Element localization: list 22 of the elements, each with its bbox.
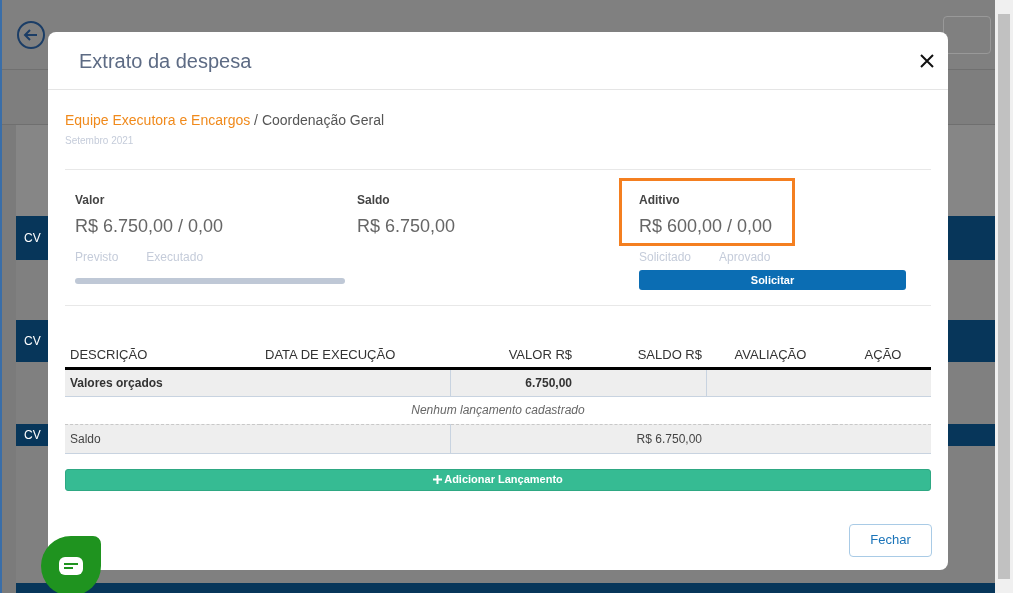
- empty-message: Nenhum lançamento cadastrado: [65, 396, 931, 424]
- table-cell: Saldo: [65, 424, 450, 453]
- summary-label: Saldo: [357, 192, 391, 209]
- summary-value: R$ 6.750,00: [357, 215, 457, 238]
- table-cell: Valores orçados: [65, 368, 450, 396]
- table-cell: 6.750,00: [450, 368, 580, 396]
- summary-label: Valor: [75, 192, 106, 209]
- chat-icon: [59, 557, 83, 575]
- close-icon[interactable]: [920, 53, 934, 68]
- modal-title: Extrato da despesa: [79, 48, 252, 74]
- table-cell: R$ 6.750,00: [450, 424, 706, 453]
- close-button[interactable]: Fechar: [849, 523, 932, 557]
- summary-value: R$ 6.750,00 / 0,00: [75, 215, 225, 238]
- period-text: Setembro 2021: [65, 134, 135, 148]
- scrollbar[interactable]: [995, 0, 1013, 593]
- breadcrumb: Equipe Executora e Encargos / Coordenação Geral: [65, 111, 386, 130]
- request-button[interactable]: Solicitar: [639, 270, 906, 290]
- back-icon[interactable]: [16, 19, 46, 50]
- summary-value: R$ 600,00 / 0,00: [639, 215, 773, 238]
- print-button[interactable]: [943, 15, 991, 54]
- plus-icon: [433, 475, 443, 484]
- summary-label: Aditivo: [639, 192, 681, 209]
